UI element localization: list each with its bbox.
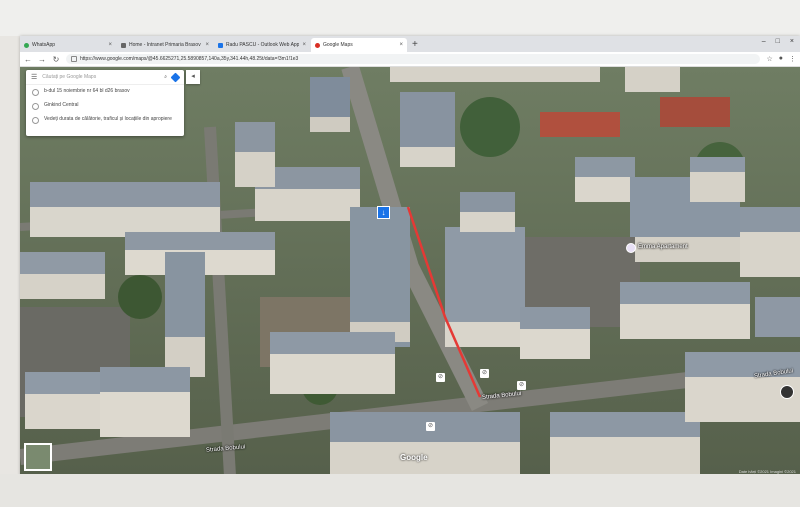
- suggestion-item[interactable]: Ginkind Central: [26, 99, 184, 113]
- tab-title: Radu PASCU - Outlook Web App: [226, 42, 300, 48]
- address-bar[interactable]: https://www.google.com/maps/@45.6625271,…: [66, 54, 761, 64]
- no-entry-sign-icon: ⊘: [436, 373, 445, 382]
- direction-arrow-icon[interactable]: ↓: [377, 206, 390, 219]
- paper-background-bottom: [0, 474, 800, 507]
- close-tab-icon[interactable]: ×: [205, 42, 209, 48]
- search-box[interactable]: ☰ Căutați pe Google Maps ⌕: [26, 70, 184, 85]
- reload-icon[interactable]: ↻: [52, 55, 60, 64]
- close-tab-icon[interactable]: ×: [108, 42, 112, 48]
- tab-whatsapp[interactable]: WhatsApp ×: [20, 38, 116, 52]
- tab-title: WhatsApp: [32, 42, 56, 48]
- no-entry-sign-icon: ⊘: [517, 381, 526, 390]
- tab-intranet[interactable]: Home - Intranet Primaria Brasov ×: [117, 38, 213, 52]
- suggestion-text: Vedeți durata de călătorie, traficul și …: [44, 116, 172, 122]
- back-icon[interactable]: ←: [24, 55, 32, 64]
- no-entry-sign-icon: ⊘: [480, 369, 489, 378]
- directions-icon[interactable]: [170, 72, 181, 82]
- new-tab-button[interactable]: +: [412, 38, 418, 52]
- forward-icon[interactable]: →: [38, 55, 46, 64]
- close-button[interactable]: ×: [790, 38, 794, 45]
- star-icon[interactable]: ☆: [766, 55, 772, 63]
- maps-icon: [315, 42, 320, 48]
- menu-dots-icon[interactable]: ⋮: [789, 55, 796, 63]
- tab-title: Home - Intranet Primaria Brasov: [129, 42, 201, 48]
- tab-bar: WhatsApp × Home - Intranet Primaria Bras…: [20, 36, 800, 52]
- suggestion-text: b-dul 15 noiembrie nr 64 bl d26 brasov: [44, 88, 130, 94]
- history-icon: [32, 103, 39, 110]
- browser-toolbar: ← → ↻ https://www.google.com/maps/@45.66…: [20, 52, 800, 67]
- history-icon: [32, 117, 39, 124]
- menu-icon[interactable]: ☰: [31, 73, 37, 81]
- maximize-button[interactable]: □: [776, 38, 780, 45]
- search-panel: ☰ Căutați pe Google Maps ⌕ b-dul 15 noie…: [26, 70, 184, 136]
- compass-icon[interactable]: [780, 385, 794, 399]
- suggestion-text: Ginkind Central: [44, 102, 79, 108]
- place-pin-icon[interactable]: [626, 243, 636, 253]
- extension-icon[interactable]: ●: [779, 55, 783, 63]
- collapse-panel-button[interactable]: ◂: [186, 70, 200, 84]
- whatsapp-icon: [24, 42, 29, 48]
- suggestion-item[interactable]: b-dul 15 noiembrie nr 64 bl d26 brasov: [26, 85, 184, 99]
- satellite-map[interactable]: ☰ Căutați pe Google Maps ⌕ b-dul 15 noie…: [20, 67, 800, 476]
- tab-outlook[interactable]: Radu PASCU - Outlook Web App ×: [214, 38, 310, 52]
- history-icon: [32, 89, 39, 96]
- tab-google-maps[interactable]: Google Maps ×: [311, 38, 407, 52]
- page-icon: [121, 42, 126, 48]
- search-icon[interactable]: ⌕: [164, 74, 167, 80]
- tab-title: Google Maps: [323, 42, 353, 48]
- google-logo: Google: [400, 453, 428, 462]
- outlook-icon: [218, 42, 223, 48]
- close-tab-icon[interactable]: ×: [399, 42, 403, 48]
- layers-thumbnail[interactable]: [24, 443, 52, 471]
- url-text: https://www.google.com/maps/@45.6625271,…: [80, 56, 299, 62]
- place-label-emma[interactable]: Emma Apartament: [638, 244, 688, 250]
- window-controls: – □ ×: [762, 38, 794, 45]
- no-entry-sign-icon: ⊘: [426, 422, 435, 431]
- paper-background-top: [0, 0, 800, 36]
- close-tab-icon[interactable]: ×: [302, 42, 306, 48]
- browser-window: WhatsApp × Home - Intranet Primaria Bras…: [20, 36, 800, 476]
- search-input[interactable]: Căutați pe Google Maps: [42, 74, 159, 80]
- extensions-area: ☆ ● ⋮: [766, 55, 796, 63]
- suggestion-item[interactable]: Vedeți durata de călătorie, traficul și …: [26, 113, 184, 127]
- lock-icon: [71, 56, 77, 62]
- minimize-button[interactable]: –: [762, 38, 766, 45]
